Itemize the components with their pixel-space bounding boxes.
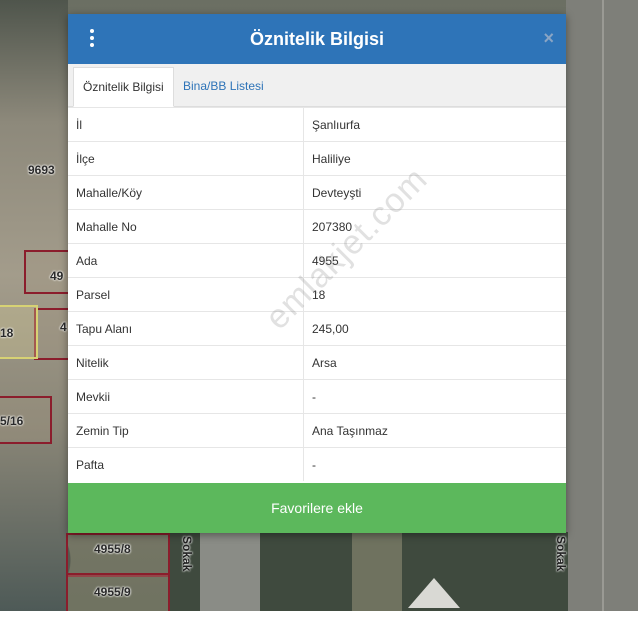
tab-building-list[interactable]: Bina/BB Listesi	[174, 67, 273, 105]
table-row: Pafta -	[68, 447, 566, 481]
tab-attribute-info[interactable]: Öznitelik Bilgisi	[73, 67, 174, 107]
attr-value: Ana Taşınmaz	[303, 413, 566, 448]
attr-key: Parsel	[68, 277, 304, 312]
street-label: Sokak	[180, 536, 194, 572]
attr-key: Pafta	[68, 447, 304, 481]
attr-value: Haliliye	[303, 141, 566, 176]
modal-header: Öznitelik Bilgisi ×	[68, 14, 566, 64]
attribute-info-modal: Öznitelik Bilgisi × Öznitelik Bilgisi Bi…	[68, 14, 566, 533]
attr-key: Nitelik	[68, 345, 304, 380]
table-row: Parsel 18	[68, 277, 566, 312]
attribute-table: İl Şanlıurfa İlçe Haliliye Mahalle/Köy Devt…	[68, 107, 566, 481]
map-path	[352, 532, 402, 612]
table-row: Mahalle/Köy Devteyşti	[68, 175, 566, 210]
map-tent-structure	[408, 578, 460, 608]
street-label: Sokak	[554, 536, 568, 572]
close-icon[interactable]: ×	[543, 28, 554, 48]
attr-key: Mahalle/Köy	[68, 175, 304, 210]
map-road-marking	[602, 0, 604, 611]
attr-key: Zemin Tip	[68, 413, 304, 448]
parcel-label: 4955/9	[94, 585, 131, 599]
tab-bar: Öznitelik Bilgisi Bina/BB Listesi	[68, 64, 566, 107]
parcel-label: 18	[0, 326, 14, 340]
table-row: İl Şanlıurfa	[68, 107, 566, 142]
modal-title: Öznitelik Bilgisi	[249, 29, 385, 49]
add-favorite-button[interactable]: Favorilere ekle	[68, 483, 566, 533]
attr-value: -	[303, 379, 566, 414]
attr-key: İlçe	[68, 141, 304, 176]
table-row: Tapu Alanı 245,00	[68, 311, 566, 346]
attr-value: -	[303, 447, 566, 481]
map-path	[200, 532, 260, 612]
attr-value: 207380	[303, 209, 566, 244]
attr-key: İl	[68, 107, 304, 142]
map-parcel[interactable]	[34, 308, 72, 360]
parcel-label: 49	[50, 269, 64, 283]
attr-value: Şanlıurfa	[303, 107, 566, 142]
block-label: 9693	[28, 163, 55, 177]
map-parcel[interactable]	[24, 250, 72, 294]
map-bottom-edge	[0, 611, 638, 625]
parcel-label: 4	[60, 320, 67, 334]
attr-key: Mevkii	[68, 379, 304, 414]
table-row: Nitelik Arsa	[68, 345, 566, 380]
attr-value: Arsa	[303, 345, 566, 380]
parcel-label: 5/16	[0, 414, 24, 428]
table-row: Zemin Tip Ana Taşınmaz	[68, 413, 566, 448]
attr-value: 18	[303, 277, 566, 312]
attr-value: 4955	[303, 243, 566, 278]
table-row: Ada 4955	[68, 243, 566, 278]
attr-key: Ada	[68, 243, 304, 278]
parcel-label: 4955/8	[94, 542, 131, 556]
table-row: İlçe Haliliye	[68, 141, 566, 176]
table-row: Mahalle No 207380	[68, 209, 566, 244]
attr-value: 245,00	[303, 311, 566, 346]
attr-key: Mahalle No	[68, 209, 304, 244]
table-row: Mevkii -	[68, 379, 566, 414]
attr-value: Devteyşti	[303, 175, 566, 210]
attr-key: Tapu Alanı	[68, 311, 304, 346]
